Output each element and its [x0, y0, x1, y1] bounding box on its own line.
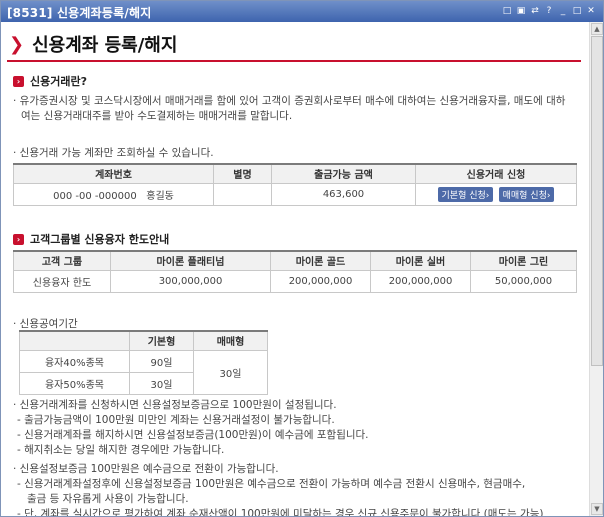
col-group: 고객 그룹 — [13, 250, 111, 271]
maximize-icon[interactable]: □ — [571, 5, 583, 17]
table-row: 신용융자 한도 300,000,000 200,000,000 200,000,… — [13, 269, 577, 293]
col-trade: 매매형 — [193, 330, 268, 351]
content-area: ❯ 신용계좌 등록/해지 › 신용거래란? · 유가증권시장 및 코스닥시장에서… — [1, 22, 589, 516]
period-trade-merged: 30일 — [193, 349, 268, 395]
credit-definition-text: · 유가증권시장 및 코스닥시장에서 매매거래를 함에 있어 고객이 증권회사로… — [13, 95, 566, 122]
minimize-icon[interactable]: _ — [557, 5, 569, 17]
section-heading-limit: › 고객그룹별 신용융자 한도안내 — [13, 231, 169, 247]
link-icon[interactable]: ▣ — [515, 5, 527, 17]
nickname-cell — [213, 182, 272, 206]
limit-green-cell: 50,000,000 — [470, 269, 577, 293]
window-title: [8531] 신용계좌등록/해지 — [7, 6, 152, 20]
page-title: ❯ 신용계좌 등록/해지 — [9, 31, 177, 57]
account-table: 계좌번호 별명 출금가능 금액 신용거래 신청 000 -00 -000000 … — [13, 163, 577, 206]
col-blank — [19, 330, 130, 351]
help-icon[interactable]: ? — [543, 5, 555, 17]
period-table: 기본형 매매형 융자40%종목 90일 30일 융자50%종목 30일 — [19, 330, 268, 395]
page-title-text: 신용계좌 등록/해지 — [32, 35, 178, 56]
title-divider — [7, 60, 581, 62]
col-gold: 마이론 골드 — [270, 250, 371, 271]
window-controls: □ ▣ ⇄ ? _ □ ✕ — [501, 5, 597, 17]
app-window: [8531] 신용계좌등록/해지 □ ▣ ⇄ ? _ □ ✕ ❯ 신용계좌 등록… — [0, 0, 604, 517]
scroll-up-icon[interactable]: ▲ — [591, 23, 603, 35]
amount-cell: 463,600 — [271, 182, 416, 206]
col-apply: 신용거래 신청 — [415, 163, 577, 184]
limit-label-cell: 신용융자 한도 — [13, 269, 111, 293]
limit-table: 고객 그룹 마이론 플래티넘 마이론 골드 마이론 실버 마이론 그린 신용융자… — [13, 250, 577, 293]
chevron-right-icon: ❯ — [9, 33, 25, 55]
pin-icon[interactable]: □ — [501, 5, 513, 17]
scroll-thumb[interactable] — [591, 36, 603, 366]
limit-gold-cell: 200,000,000 — [270, 269, 371, 293]
limit-silver-cell: 200,000,000 — [370, 269, 471, 293]
col-green: 마이론 그린 — [470, 250, 577, 271]
apply-cell: 기본형 신청› 매매형 신청› — [415, 182, 577, 206]
section-heading-credit: › 신용거래란? — [13, 73, 87, 89]
col-silver: 마이론 실버 — [370, 250, 471, 271]
col-basic: 기본형 — [129, 330, 194, 351]
arrow-bullet-icon: › — [13, 233, 24, 245]
period-row-basic: 30일 — [129, 371, 194, 395]
arrow-bullet-icon: › — [13, 75, 24, 87]
account-note: · 신용거래 가능 계좌만 조회하실 수 있습니다. — [13, 147, 214, 159]
period-row-basic: 90일 — [129, 349, 194, 373]
limit-platinum-cell: 300,000,000 — [110, 269, 271, 293]
period-row-name: 융자40%종목 — [19, 349, 130, 373]
close-icon[interactable]: ✕ — [585, 5, 597, 17]
basic-apply-button[interactable]: 기본형 신청› — [437, 186, 494, 202]
col-platinum: 마이론 플래티넘 — [110, 250, 271, 271]
col-account: 계좌번호 — [13, 163, 214, 184]
col-nickname: 별명 — [213, 163, 272, 184]
period-row-name: 융자50%종목 — [19, 371, 130, 395]
col-amount: 출금가능 금액 — [271, 163, 416, 184]
account-number-cell: 000 -00 -000000 홍길동 — [13, 182, 214, 206]
notes-deposit-conversion: · 신용설정보증금 100만원은 예수금으로 전환이 가능합니다. - 신용거래… — [13, 463, 544, 516]
trade-apply-button[interactable]: 매매형 신청› — [498, 186, 555, 202]
table-row: 융자40%종목 90일 30일 — [19, 349, 268, 395]
scroll-down-icon[interactable]: ▼ — [591, 503, 603, 515]
notes-credit-setup: · 신용거래계좌를 신청하시면 신용설정보증금으로 100만원이 설정됩니다. … — [13, 399, 369, 456]
sync-icon[interactable]: ⇄ — [529, 5, 541, 17]
title-bar: [8531] 신용계좌등록/해지 □ ▣ ⇄ ? _ □ ✕ — [1, 1, 603, 22]
table-row: 000 -00 -000000 홍길동 463,600 기본형 신청› 매매형 … — [13, 182, 577, 206]
vertical-scrollbar[interactable]: ▲ ▼ — [589, 22, 603, 516]
